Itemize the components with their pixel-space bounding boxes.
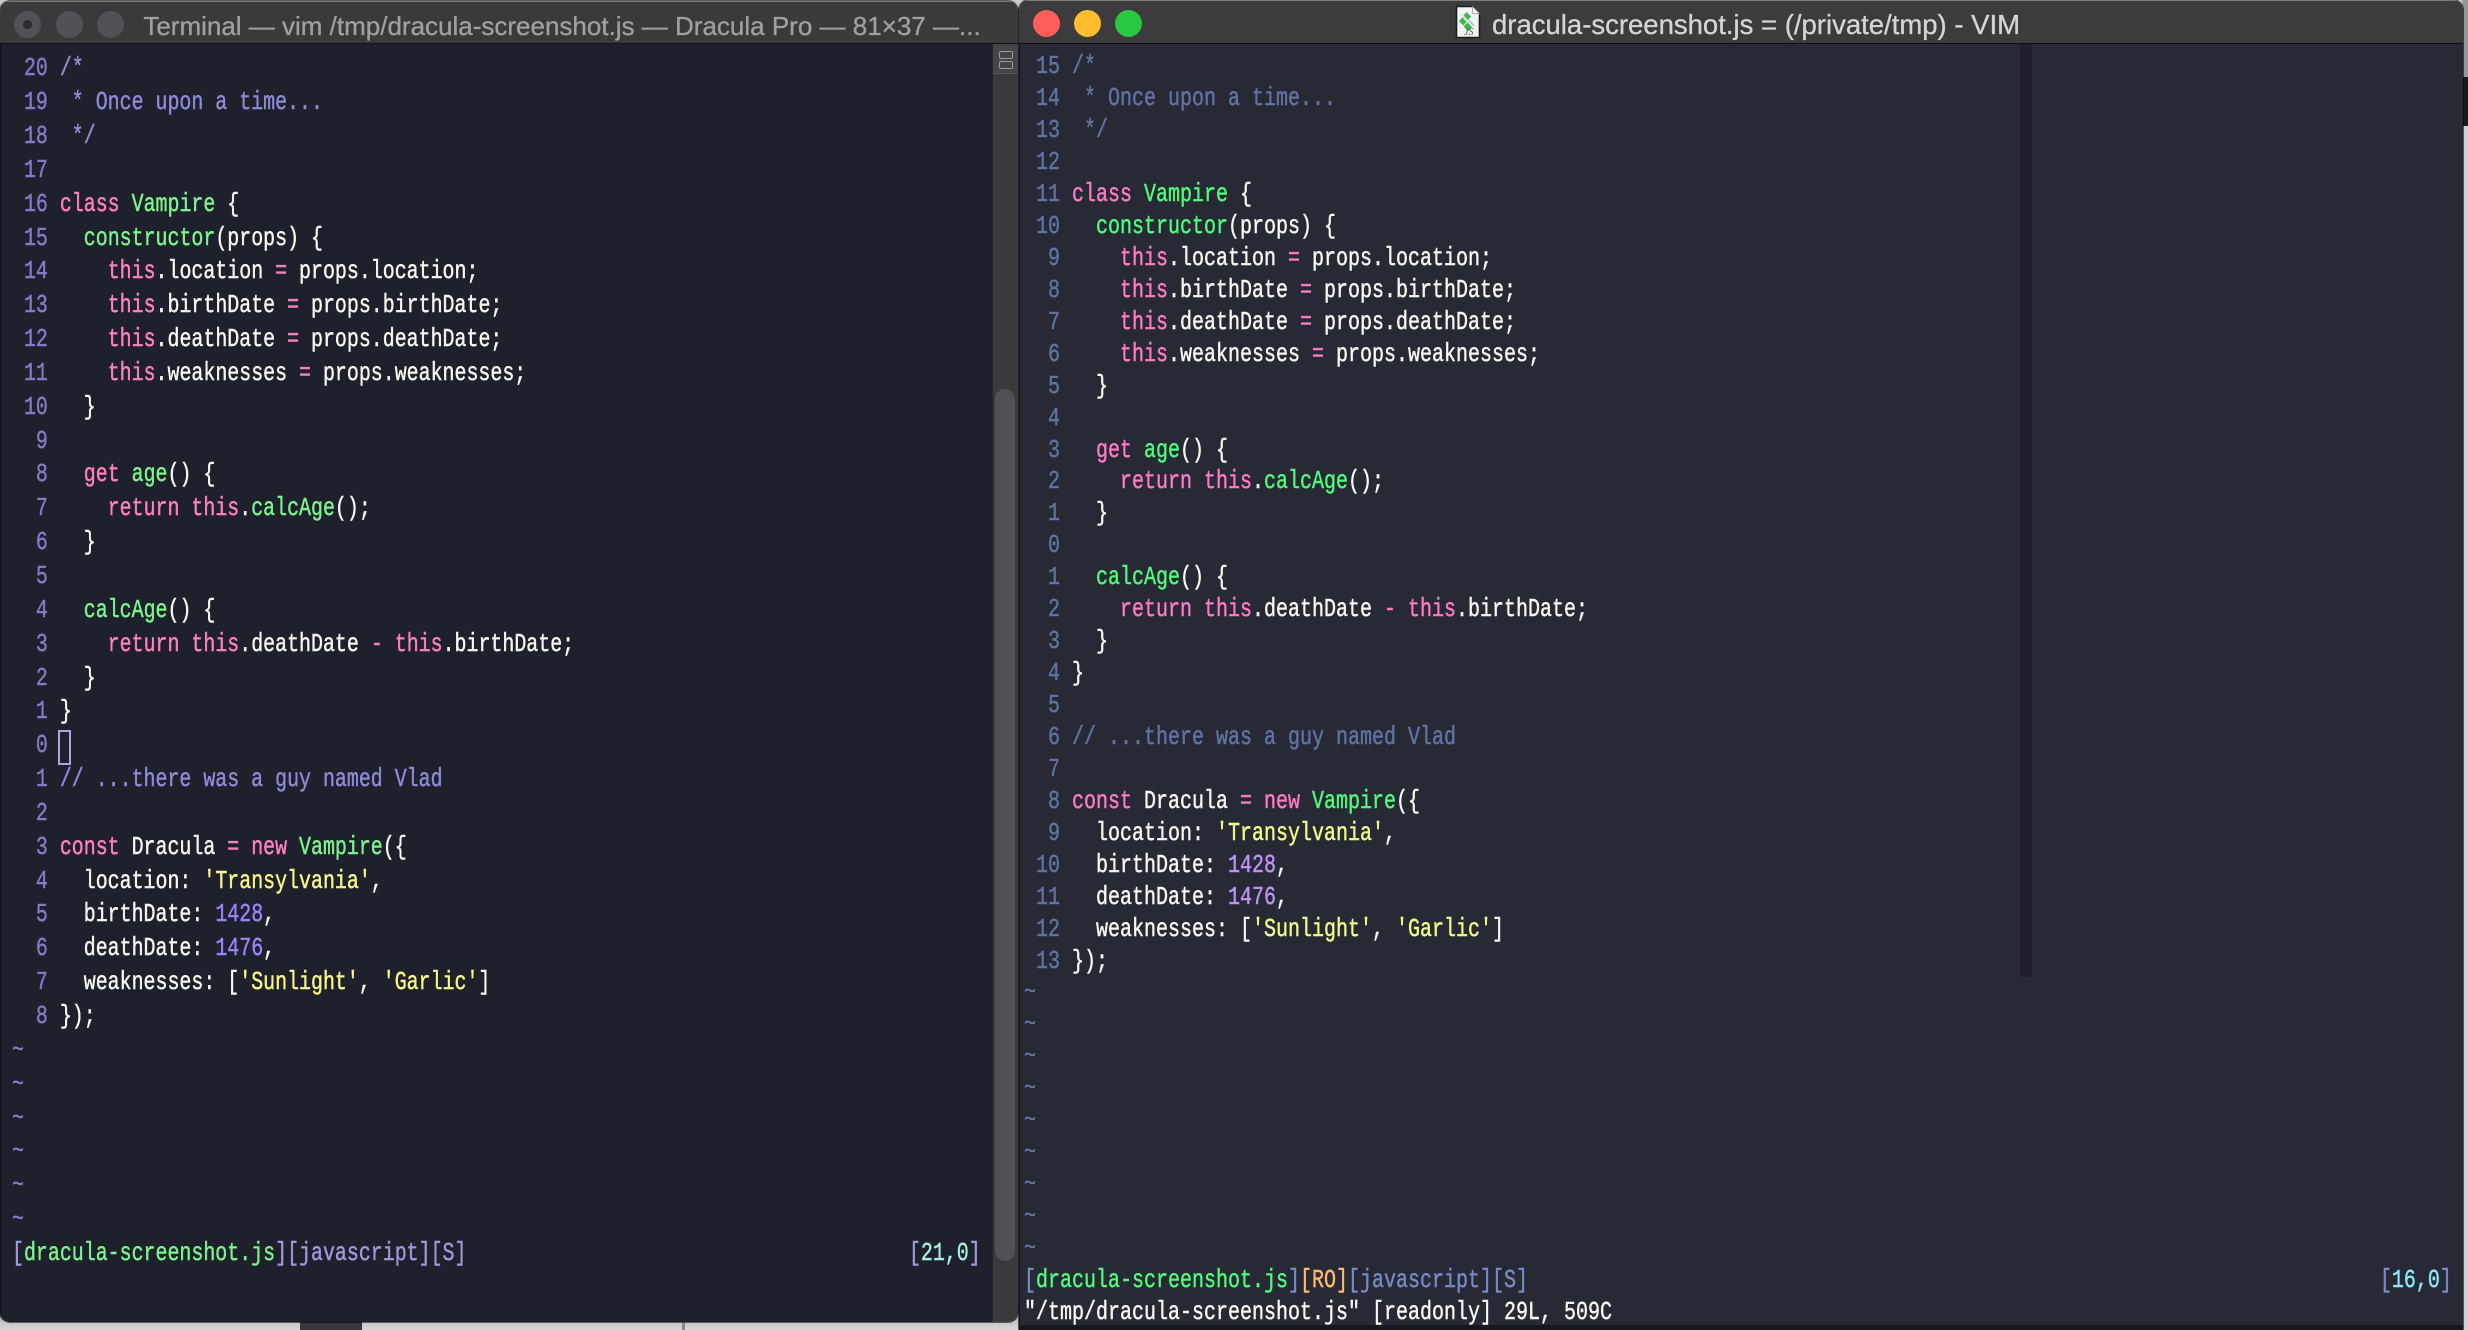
- svg-text:JS: JS: [1464, 27, 1473, 38]
